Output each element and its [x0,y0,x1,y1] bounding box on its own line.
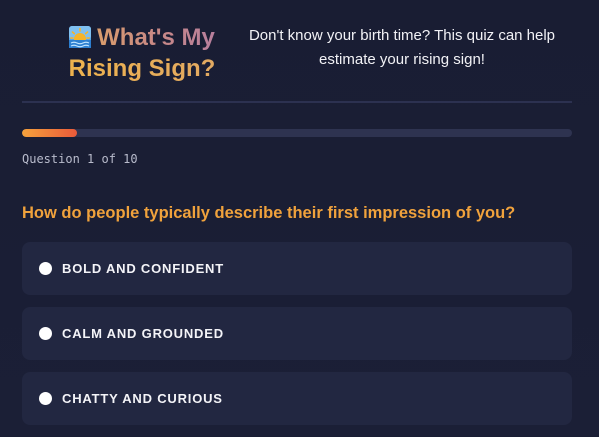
page-title: What's My Rising Sign? [42,22,242,84]
radio-icon[interactable] [39,327,52,340]
option-chatty-and-curious[interactable]: CHATTY AND CURIOUS [22,372,572,425]
option-label: CALM AND GROUNDED [62,326,224,341]
progress-bar [22,129,572,137]
header-divider [22,101,572,103]
sunrise-icon [69,26,92,48]
quiz-header: What's My Rising Sign? Don't know your b… [22,0,572,102]
title-line-2: Rising Sign? [42,53,242,84]
title-text-1: What's My [97,24,215,51]
option-bold-and-confident[interactable]: BOLD AND CONFIDENT [22,242,572,295]
progress-fill [22,129,77,137]
option-calm-and-grounded[interactable]: CALM AND GROUNDED [22,307,572,360]
option-label: CHATTY AND CURIOUS [62,391,223,406]
radio-icon[interactable] [39,262,52,275]
option-label: BOLD AND CONFIDENT [62,261,224,276]
page-subtitle: Don't know your birth time? This quiz ca… [248,27,556,68]
progress-label: Question 1 of 10 [22,152,138,166]
radio-icon[interactable] [39,392,52,405]
title-line-1: What's My [42,22,242,53]
question-text: How do people typically describe their f… [22,204,516,222]
answer-options: BOLD AND CONFIDENT CALM AND GROUNDED CHA… [22,242,572,437]
